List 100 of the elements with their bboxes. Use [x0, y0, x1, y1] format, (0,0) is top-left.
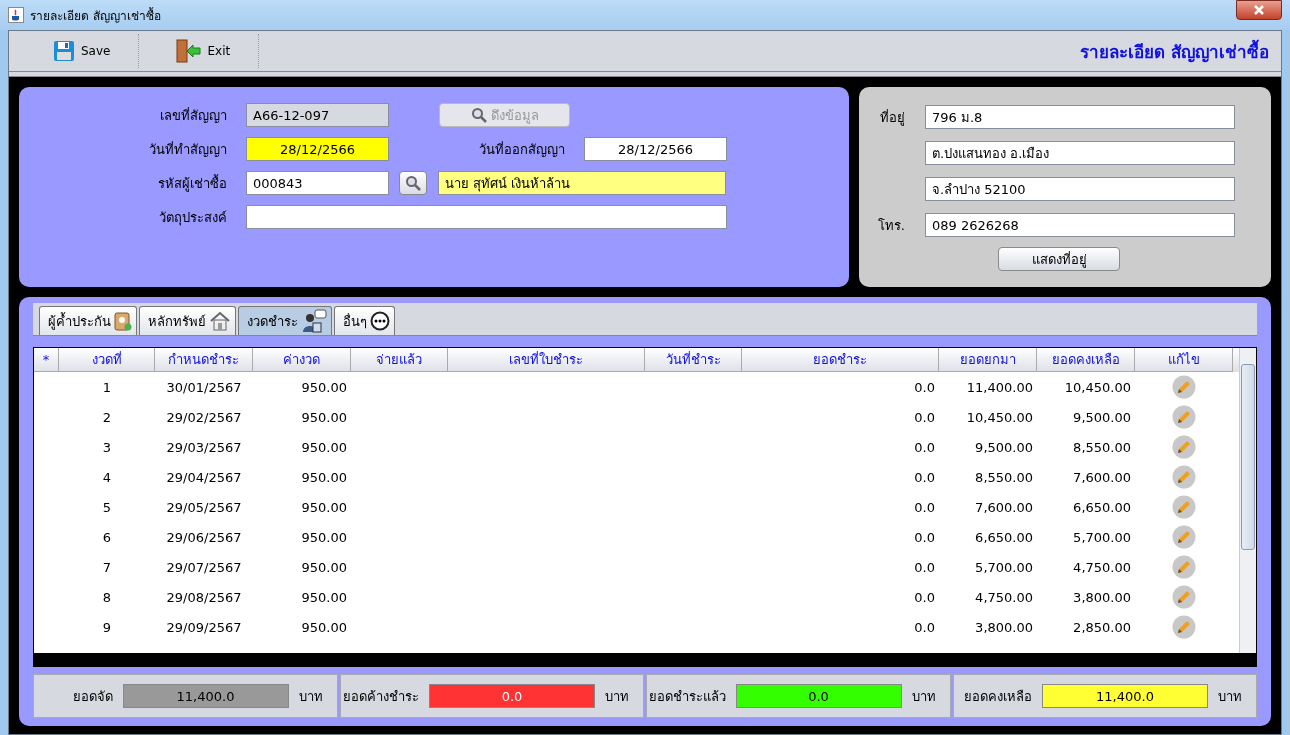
show-address-button[interactable]: แสดงที่อยู่ [998, 247, 1120, 271]
search-button[interactable] [399, 171, 427, 195]
edit-pencil-icon[interactable] [1172, 495, 1196, 519]
table-cell-text: 29/04/2567 [165, 468, 243, 487]
summary-field: 11,400.0 [122, 684, 289, 708]
table-cell-text: 8,550.00 [974, 468, 1034, 487]
table-cell-text: 950.00 [300, 618, 348, 637]
table-cell-text: 3,800.00 [974, 618, 1034, 637]
table-cell-text: 9,500.00 [1072, 408, 1132, 427]
save-button[interactable]: Save [17, 34, 140, 68]
table-cell-text: 950.00 [300, 468, 348, 487]
search-icon [405, 175, 421, 191]
table-cell-text: 10,450.00 [1063, 378, 1132, 397]
column-header[interactable]: แก้ไข [1135, 348, 1233, 372]
table-cell-text: 29/05/2567 [165, 498, 243, 517]
table-cell-text: 3 [101, 438, 113, 457]
table-cell-text: 30/01/2567 [165, 378, 243, 397]
table-cell-text: 8,550.00 [1072, 438, 1132, 457]
phone-field[interactable]: 089 2626268 [925, 213, 1235, 237]
column-header[interactable]: ยอดชำระ [742, 348, 939, 372]
table-cell-text: 29/07/2567 [165, 558, 243, 577]
tab[interactable]: ผู้ค้ำประกัน [39, 306, 137, 335]
edit-pencil-icon[interactable] [1172, 585, 1196, 609]
table-cell-text: 1 [101, 378, 113, 397]
exit-button[interactable]: Exit [139, 34, 260, 68]
column-header[interactable]: ค่างวด [253, 348, 351, 372]
table-cell-text: 0.0 [913, 498, 936, 517]
table-cell-text: 29/03/2567 [165, 438, 243, 457]
table-cell-text: 29/06/2567 [165, 528, 243, 547]
table-cell-text: 950.00 [300, 498, 348, 517]
address-field[interactable]: จ.ลำปาง 52100 [925, 177, 1235, 201]
edit-pencil-icon[interactable] [1172, 375, 1196, 399]
edit-pencil-icon[interactable] [1172, 615, 1196, 639]
scrollbar[interactable] [1239, 348, 1256, 653]
close-button[interactable] [1236, 0, 1282, 20]
contract-date-field[interactable]: 28/12/2566 [246, 137, 389, 161]
close-icon [1254, 5, 1264, 15]
summary-field: 11,400.0 [1042, 684, 1208, 708]
column-header[interactable]: เลขที่ใบชำระ [448, 348, 645, 372]
table-cell-text: 5 [101, 498, 113, 517]
field-label: โทร. [876, 216, 906, 235]
table-cell-text: 0.0 [913, 618, 936, 637]
table-cell-text: 2,850.00 [1072, 618, 1132, 637]
table-cell-text: 7,600.00 [1072, 468, 1132, 487]
table-cell-text: 2 [101, 408, 113, 427]
table-cell-text: 6,650.00 [1072, 498, 1132, 517]
summary-label: ยอดค้างชำระ [343, 687, 419, 706]
edit-pencil-icon[interactable] [1172, 435, 1196, 459]
edit-pencil-icon[interactable] [1172, 555, 1196, 579]
column-header[interactable]: ยอดคงเหลือ [1037, 348, 1135, 372]
unit-label: บาท [298, 687, 323, 706]
table-cell-text: 11,400.00 [965, 378, 1034, 397]
summary-label: ยอดจัด [72, 687, 113, 706]
edit-pencil-icon[interactable] [1172, 405, 1196, 429]
customer-name-field[interactable]: นาย สุทัศน์ เงินห้าล้าน [438, 171, 726, 195]
purpose-field[interactable] [246, 205, 727, 229]
table-cell-text: 950.00 [300, 408, 348, 427]
summary-field: 0.0 [735, 684, 902, 708]
badge-person-icon [114, 311, 132, 331]
table-cell-text: 0.0 [913, 588, 936, 607]
table-cell-text: 0.0 [913, 558, 936, 577]
tab[interactable]: อื่นๆ [334, 306, 395, 335]
person-document-icon [301, 309, 327, 333]
table-cell-text: 29/09/2567 [165, 618, 243, 637]
column-header[interactable]: กำหนดชำระ [155, 348, 253, 372]
table-cell-text: 6,650.00 [974, 528, 1034, 547]
form-heading: รายละเอียด สัญญาเช่าซื้อ [1080, 38, 1269, 65]
house-icon [209, 311, 231, 331]
summary-field: 0.0 [429, 684, 595, 708]
customer-code-field[interactable]: 000843 [246, 171, 389, 195]
search-icon [470, 107, 487, 123]
column-header[interactable]: * [34, 348, 59, 372]
unit-label: บาท [1218, 687, 1242, 706]
table-cell-text: 950.00 [300, 528, 348, 547]
table-cell-text: 9 [101, 618, 113, 637]
field-label: รหัสผู้เช่าซื้อ [157, 173, 228, 194]
table-cell-text: 5,700.00 [1072, 528, 1132, 547]
table-cell-text: 950.00 [300, 438, 348, 457]
table-cell-text: 0.0 [913, 468, 936, 487]
table-cell-text: 5,700.00 [974, 558, 1034, 577]
unit-label: บาท [911, 687, 936, 706]
edit-pencil-icon[interactable] [1172, 465, 1196, 489]
address-field[interactable]: 796 ม.8 [925, 105, 1235, 129]
column-header[interactable]: ยอดยกมา [939, 348, 1037, 372]
column-header[interactable]: วันที่ชำระ [645, 348, 742, 372]
tab[interactable]: หลักทรัพย์ [139, 306, 236, 335]
table-cell-text: 4,750.00 [974, 588, 1034, 607]
table-cell-text: 0.0 [913, 438, 936, 457]
column-header[interactable]: งวดที่ [59, 348, 155, 372]
table-cell-text: 7 [101, 558, 113, 577]
tab[interactable]: งวดชำระ [238, 306, 332, 335]
address-field[interactable]: ต.ปงแสนทอง อ.เมือง [925, 141, 1235, 165]
table-cell-text: 0.0 [913, 378, 936, 397]
field-label: ที่อยู่ [879, 108, 906, 128]
edit-pencil-icon[interactable] [1172, 525, 1196, 549]
issue-date-field[interactable]: 28/12/2566 [584, 137, 727, 161]
table-cell-text: 8 [101, 588, 113, 607]
table-cell-text: 29/08/2567 [165, 588, 243, 607]
table-cell-text: 950.00 [300, 588, 348, 607]
column-header[interactable]: จ่ายแล้ว [351, 348, 448, 372]
